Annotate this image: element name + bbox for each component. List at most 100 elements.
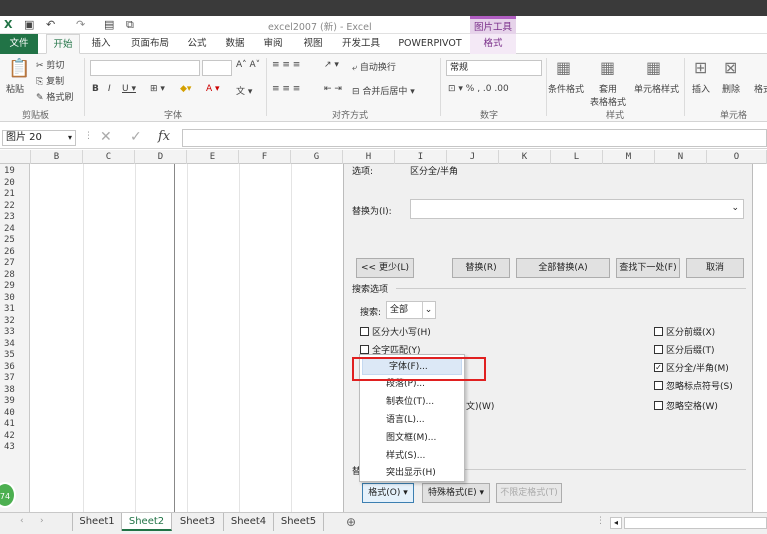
hscroll-left-icon[interactable]: ◂: [610, 517, 622, 529]
format-cells-button[interactable]: 格式: [754, 82, 767, 95]
format-painter-button[interactable]: ✎ 格式刷: [36, 90, 73, 103]
cell-styles-button[interactable]: 单元格样式: [634, 82, 679, 95]
row-header[interactable]: 35: [0, 350, 30, 361]
border-icon[interactable]: ⊞ ▾: [150, 84, 165, 94]
column-header[interactable]: H: [343, 150, 395, 164]
row-header[interactable]: 38: [0, 385, 30, 396]
row-header[interactable]: 21: [0, 189, 30, 200]
column-header[interactable]: F: [239, 150, 291, 164]
tab-file[interactable]: 文件: [0, 34, 38, 54]
sheet-tab-active[interactable]: Sheet2: [122, 513, 172, 531]
column-header[interactable]: M: [603, 150, 655, 164]
insert-cells-icon[interactable]: ⊞: [694, 58, 707, 77]
find-next-button[interactable]: 查找下一处(F): [616, 258, 680, 278]
indent-icon[interactable]: ⇤ ⇥: [324, 84, 342, 94]
replace-button[interactable]: 替换(R): [452, 258, 510, 278]
currency-icon[interactable]: ⊡ ▾ % , .0 .00: [448, 84, 509, 94]
grow-font-icon[interactable]: A˄ A˅: [236, 60, 260, 70]
copy-button[interactable]: ⎘ 复制: [36, 74, 64, 87]
match-width-checkbox[interactable]: ✓ 区分全/半角(M): [654, 361, 729, 374]
search-direction-select[interactable]: 全部 ⌄: [386, 301, 436, 319]
row-header[interactable]: 36: [0, 362, 30, 373]
special-format-button[interactable]: 特殊格式(E) ▾: [422, 483, 490, 503]
sheet-tab[interactable]: Sheet3: [172, 513, 224, 531]
row-header[interactable]: 29: [0, 281, 30, 292]
replace-with-input[interactable]: ⌄: [410, 199, 744, 219]
formula-input[interactable]: [182, 129, 767, 147]
phonetic-icon[interactable]: 文 ▾: [236, 84, 252, 97]
align-left-icon[interactable]: ≡ ≡ ≡: [272, 84, 300, 94]
row-header[interactable]: 30: [0, 293, 30, 304]
replace-all-button[interactable]: 全部替换(A): [516, 258, 610, 278]
row-header[interactable]: 43: [0, 442, 30, 453]
tab-review[interactable]: 审阅: [258, 34, 288, 54]
wrap-text-button[interactable]: ⤶ 自动换行: [352, 60, 396, 73]
row-header[interactable]: 19: [0, 166, 30, 177]
column-header[interactable]: L: [551, 150, 603, 164]
insert-cells-button[interactable]: 插入: [692, 82, 710, 95]
ignore-space-checkbox[interactable]: 忽略空格(W): [654, 399, 718, 412]
row-header[interactable]: 23: [0, 212, 30, 223]
sheet-tab[interactable]: Sheet5: [274, 513, 324, 531]
underline-icon[interactable]: U ▾: [122, 84, 136, 94]
chevron-down-icon[interactable]: ⌄: [731, 203, 739, 213]
column-header[interactable]: J: [447, 150, 499, 164]
menu-item-tabs[interactable]: 制表位(T)...: [360, 394, 464, 411]
print-preview-icon[interactable]: ⧉: [126, 18, 134, 32]
bold-icon[interactable]: B: [92, 84, 99, 94]
merge-center-button[interactable]: ⊟ 合并后居中 ▾: [352, 84, 415, 97]
sheet-tab[interactable]: Sheet4: [224, 513, 274, 531]
less-button[interactable]: << 更少(L): [356, 258, 414, 278]
column-header[interactable]: O: [707, 150, 767, 164]
format-dropdown-button[interactable]: 格式(O) ▾: [362, 483, 414, 503]
row-header[interactable]: 37: [0, 373, 30, 384]
font-name-select[interactable]: [90, 60, 200, 76]
orientation-icon[interactable]: ↗ ▾: [324, 60, 339, 70]
cancel-button[interactable]: 取消: [686, 258, 744, 278]
name-box[interactable]: 图片 20 ▾: [2, 130, 76, 146]
add-sheet-icon[interactable]: ⊕: [346, 515, 356, 529]
match-prefix-checkbox[interactable]: 区分前缀(X): [654, 325, 715, 338]
row-header[interactable]: 24: [0, 224, 30, 235]
row-header[interactable]: 26: [0, 247, 30, 258]
match-case-checkbox[interactable]: 区分大小写(H): [360, 325, 431, 338]
menu-item-language[interactable]: 语言(L)...: [360, 412, 464, 429]
save-icon[interactable]: ▣: [24, 18, 34, 31]
insert-function-icon[interactable]: fx: [158, 129, 170, 144]
menu-item-frame[interactable]: 图文框(M)...: [360, 430, 464, 447]
column-header[interactable]: C: [83, 150, 135, 164]
table-format-icon[interactable]: ▦: [600, 58, 615, 77]
row-header[interactable]: 25: [0, 235, 30, 246]
tab-powerpivot[interactable]: POWERPIVOT: [392, 34, 468, 54]
tab-format[interactable]: 格式: [470, 34, 516, 54]
row-header[interactable]: 33: [0, 327, 30, 338]
enter-formula-icon[interactable]: ✓: [130, 129, 142, 145]
row-header[interactable]: 41: [0, 419, 30, 430]
row-header[interactable]: 27: [0, 258, 30, 269]
new-icon[interactable]: ▤: [104, 18, 114, 31]
row-header[interactable]: 31: [0, 304, 30, 315]
sheet-tab[interactable]: Sheet1: [72, 513, 122, 531]
table-format-button[interactable]: 套用 表格格式: [590, 82, 626, 108]
tab-view[interactable]: 视图: [298, 34, 328, 54]
redo-icon[interactable]: ↷: [76, 18, 85, 31]
italic-icon[interactable]: I: [108, 84, 111, 94]
tab-insert[interactable]: 插入: [86, 34, 116, 54]
row-header[interactable]: 22: [0, 201, 30, 212]
menu-item-style[interactable]: 样式(S)...: [360, 448, 464, 465]
fill-color-icon[interactable]: ◆▾: [180, 84, 191, 94]
paste-icon[interactable]: 📋: [8, 58, 30, 79]
row-header[interactable]: 20: [0, 178, 30, 189]
row-header[interactable]: 40: [0, 408, 30, 419]
paste-button[interactable]: 粘贴: [6, 82, 24, 95]
number-format-select[interactable]: 常规: [446, 60, 542, 76]
column-header[interactable]: E: [187, 150, 239, 164]
delete-cells-button[interactable]: 删除: [722, 82, 740, 95]
tab-page-layout[interactable]: 页面布局: [124, 34, 176, 54]
align-top-icon[interactable]: ≡ ≡ ≡: [272, 60, 300, 70]
cell-styles-icon[interactable]: ▦: [646, 58, 661, 77]
column-header[interactable]: B: [31, 150, 83, 164]
font-size-select[interactable]: [202, 60, 232, 76]
horizontal-scrollbar[interactable]: [624, 517, 767, 529]
row-header[interactable]: 42: [0, 431, 30, 442]
